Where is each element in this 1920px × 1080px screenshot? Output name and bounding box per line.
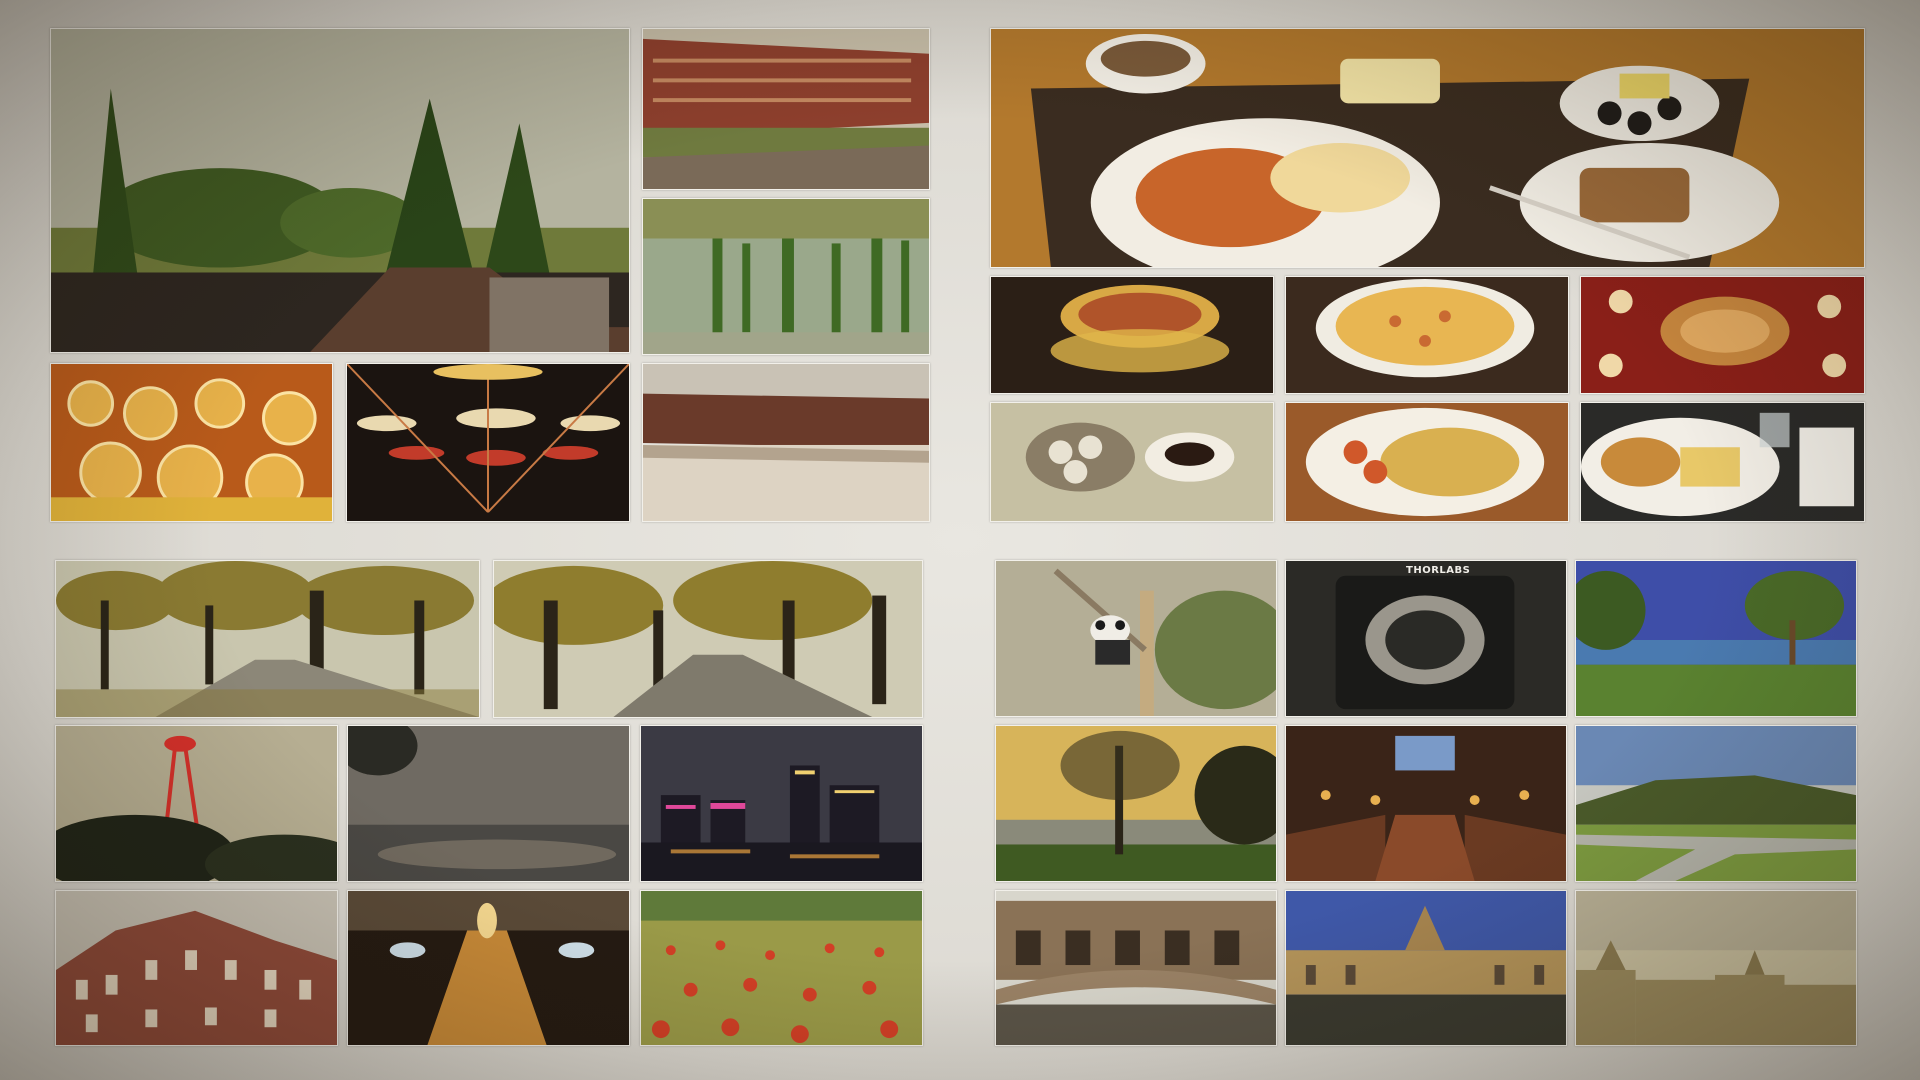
photo-radio-tower[interactable] [55,725,338,882]
photo-pine-trees-rooftop[interactable] [50,28,630,353]
photo-hotpot[interactable] [1580,276,1865,394]
photo-harbour-night[interactable] [640,725,923,882]
photo-soup-bowl[interactable] [990,276,1274,394]
photo-hill-path[interactable] [1575,725,1857,882]
photo-collage: THORLABS [0,0,1920,1080]
photo-umbrella-ceiling[interactable] [346,363,630,522]
photo-panda-tree[interactable] [995,560,1277,717]
autumn-city-panel [55,560,923,1046]
photo-pond-reflection[interactable] [642,198,930,355]
photo-college-quad[interactable] [1285,890,1567,1046]
photo-dusk-lake[interactable] [347,725,630,882]
photo-optics-mount[interactable]: THORLABS [1285,560,1567,717]
photo-noodles[interactable] [1285,402,1569,522]
photo-dining-hall[interactable] [1285,725,1567,882]
photo-bridge-of-sighs[interactable] [995,890,1277,1046]
photo-pizza[interactable] [1285,276,1569,394]
photo-dim-sum[interactable] [990,402,1274,522]
photo-rooftop-view[interactable] [1575,890,1857,1046]
photo-avenue-right[interactable] [493,560,923,718]
thorlabs-label: THORLABS [1406,565,1471,576]
photo-courtyard-building[interactable] [642,363,930,522]
campus-panel [50,28,930,522]
travel-panel: THORLABS [995,560,1857,1046]
photo-victorian-building[interactable] [55,890,338,1046]
photo-fish-and-chips[interactable] [1580,402,1865,522]
photo-flower-field[interactable] [640,890,923,1046]
photo-brick-dormitory[interactable] [642,28,930,190]
food-panel [990,28,1865,522]
photo-breakfast-tray[interactable] [990,28,1865,268]
photo-sunset-campus[interactable] [995,725,1277,882]
photo-dumpling-feast[interactable] [50,363,333,522]
photo-avenue-left[interactable] [55,560,480,718]
photo-seaside-tree[interactable] [1575,560,1857,717]
photo-tunnel-lights[interactable] [347,890,630,1046]
